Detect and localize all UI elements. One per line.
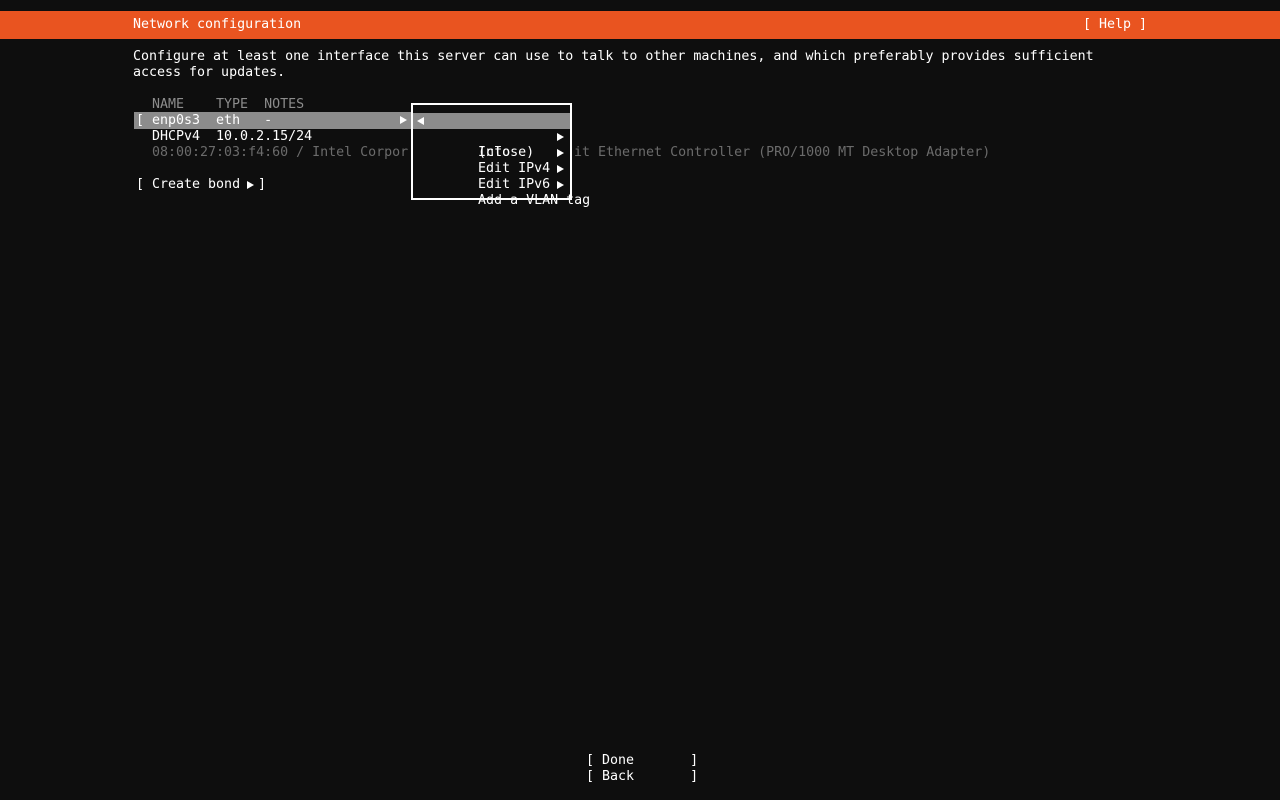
interface-actions-menu: (close) Info Edit IPv4 Edit IPv6 Add a V… xyxy=(411,103,590,208)
menu-item-info[interactable]: Info xyxy=(413,129,570,160)
done-button[interactable]: [ Done ] xyxy=(586,753,698,769)
submenu-arrow-icon xyxy=(557,165,564,173)
intro-line-2: access for updates. xyxy=(133,65,286,80)
intro-line-1: Configure at least one interface this se… xyxy=(133,49,1094,64)
row-expand-arrow-icon xyxy=(400,116,407,124)
dhcp-row: DHCPv4 10.0.2.15/24 xyxy=(152,129,313,144)
create-bond-label: [ Create bond xyxy=(136,177,241,192)
menu-item-close[interactable]: (close) xyxy=(413,113,570,160)
close-arrow-icon xyxy=(417,117,424,125)
menu-item-add-vlan-tag[interactable]: Add a VLAN tag xyxy=(413,177,590,208)
menu-item-label: Add a VLAN tag xyxy=(478,193,591,208)
menu-item-edit-ipv4[interactable]: Edit IPv4 xyxy=(413,145,570,176)
interface-row-label: [ enp0s3 eth - xyxy=(136,113,273,128)
submenu-arrow-icon xyxy=(557,133,564,141)
title-bar: Network configuration [ Help ] xyxy=(0,11,1280,39)
back-button[interactable]: [ Back ] xyxy=(586,769,698,785)
submenu-arrow-icon xyxy=(557,149,564,157)
installer-screen: Network configuration [ Help ] Configure… xyxy=(0,0,1280,800)
create-bond-bracket: ] xyxy=(258,177,267,192)
menu-item-edit-ipv6[interactable]: Edit IPv6 xyxy=(413,161,570,192)
table-column-headers: NAME TYPE NOTES xyxy=(152,97,305,112)
help-button[interactable]: [ Help ] xyxy=(1083,11,1147,39)
submenu-arrow-icon xyxy=(557,181,564,189)
page-title: Network configuration xyxy=(133,17,302,32)
hw-info-row-right: it Ethernet Controller (PRO/1000 MT Desk… xyxy=(574,145,991,160)
create-bond-arrow-icon xyxy=(247,181,254,189)
hw-info-row-left: 08:00:27:03:f4:60 / Intel Corpor xyxy=(152,145,409,160)
